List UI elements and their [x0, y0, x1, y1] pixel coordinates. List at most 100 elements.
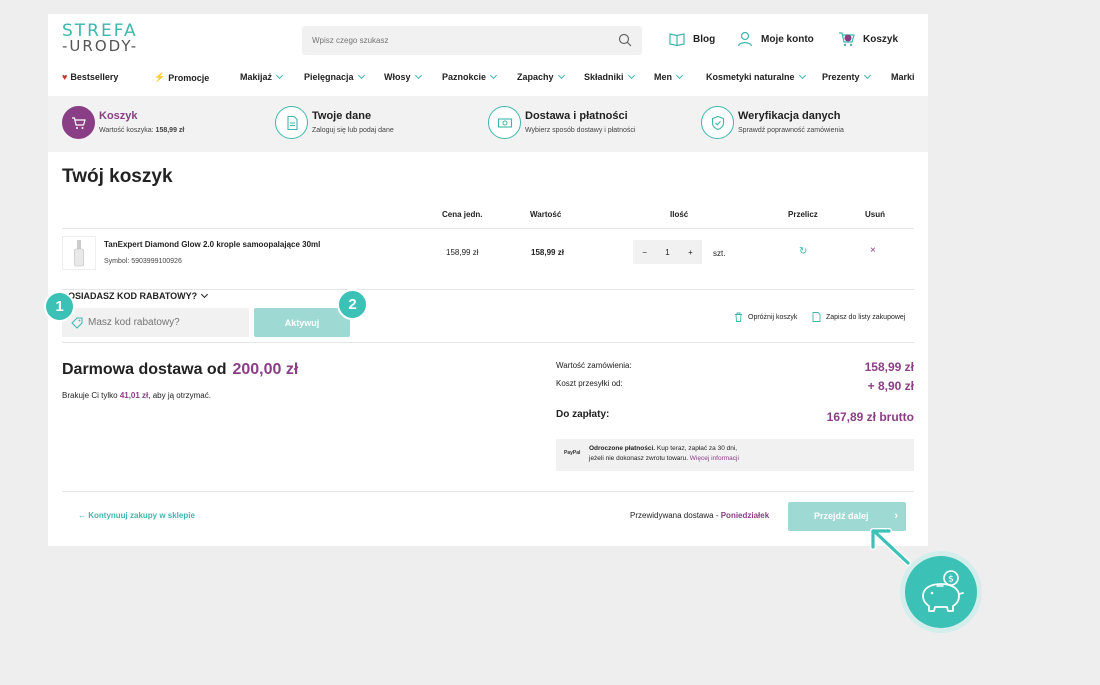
continue-shopping-link[interactable]: ← Kontynuuj zakupy w sklepie — [78, 511, 195, 520]
blog-label: Blog — [693, 33, 716, 45]
qty-value[interactable]: 1 — [665, 248, 669, 257]
nav-item-skladniki[interactable]: Składniki — [584, 71, 635, 82]
total-value: 167,89 zł brutto — [826, 410, 914, 424]
nav-item-paznokcie[interactable]: Paznokcie — [442, 71, 498, 82]
free-shipping-heading: Darmowa dostawa od 200,00 zł — [62, 361, 299, 378]
search-icon[interactable] — [618, 33, 632, 47]
chevron-down-icon — [201, 290, 209, 299]
step-subtitle: Wartość koszyka: 158,99 zł — [99, 127, 185, 134]
nav-item-men[interactable]: Men — [654, 71, 684, 82]
book-icon — [669, 33, 685, 47]
main-nav: ♥ Bestsellery ⚡ Promocje Makijaż Pielęgnac… — [62, 71, 928, 86]
qty-minus-button[interactable]: − — [642, 248, 647, 257]
coupon-field — [62, 308, 249, 337]
col-header-value: Wartość — [530, 210, 562, 219]
cart-icon — [839, 32, 855, 47]
step-title: Koszyk — [99, 110, 138, 122]
quantity-stepper: − 1 + — [633, 240, 702, 264]
logo-line2: -URODY- — [62, 37, 139, 55]
pointer-arrow-icon — [870, 528, 911, 566]
account-label: Moje konto — [761, 33, 814, 45]
cart-label: Koszyk — [863, 33, 899, 45]
chevron-down-icon — [414, 71, 422, 80]
chevron-down-icon — [275, 71, 284, 80]
col-header-remove: Usuń — [865, 210, 885, 219]
step-title: Weryfikacja danych — [738, 110, 841, 122]
col-header-recalc: Przelicz — [788, 210, 818, 219]
blog-link[interactable]: Blog — [668, 30, 715, 48]
chevron-down-icon — [357, 71, 365, 80]
coupon-input[interactable] — [84, 308, 234, 337]
nav-item-kosmetyki-naturalne[interactable]: Kosmetyki naturalne — [706, 71, 806, 82]
col-header-qty: Ilość — [670, 210, 689, 219]
search-bar — [302, 26, 642, 55]
search-input[interactable] — [302, 26, 602, 55]
total-label: Do zapłaty: — [556, 409, 610, 420]
chevron-down-icon — [627, 71, 635, 80]
empty-cart-link[interactable]: Opróżnij koszyk — [734, 312, 797, 322]
order-value: 158,99 zł — [864, 360, 914, 374]
cart-icon — [71, 116, 86, 129]
svg-text:$: $ — [948, 575, 954, 585]
cart-link[interactable]: Koszyk — [838, 30, 898, 48]
paypal-info: PayPal Odroczone płatności. Kup teraz, z… — [556, 439, 914, 471]
nav-item-marki[interactable]: Marki — [891, 72, 915, 82]
qty-unit: szt. — [713, 249, 726, 258]
paypal-line2: jeżeli nie dokonasz zwrotu towaru. Więce… — [589, 455, 739, 462]
nav-item-promocje[interactable]: ⚡ Promocje — [154, 72, 209, 83]
step-title: Twoje dane — [312, 110, 372, 122]
nav-item-wlosy[interactable]: Włosy — [384, 71, 422, 82]
heart-icon: ♥ — [62, 72, 68, 82]
step-circle — [488, 106, 521, 139]
tag-icon — [71, 317, 83, 329]
nav-item-prezenty[interactable]: Prezenty — [822, 71, 871, 82]
free-shipping-missing: Brakuje Ci tylko 41,01 zł, aby ją otrzym… — [62, 391, 211, 400]
product-thumbnail[interactable] — [62, 236, 96, 270]
nav-item-bestsellery[interactable]: ♥ Bestsellery — [62, 72, 118, 82]
divider — [62, 228, 914, 229]
col-header-price: Cena jedn. — [442, 210, 483, 219]
logo[interactable]: STREFA -URODY- — [62, 23, 139, 55]
divider — [62, 289, 914, 290]
qty-plus-button[interactable]: + — [688, 248, 693, 257]
paypal-line1: Odroczone płatności. Kup teraz, zapłać z… — [589, 445, 738, 452]
page-title: Twój koszyk — [62, 166, 173, 187]
step-circle — [701, 106, 734, 139]
account-link[interactable]: Moje konto — [736, 30, 814, 48]
order-value-label: Wartość zamówienia: — [556, 361, 632, 370]
delivery-estimate: Przewidywana dostawa - Poniedziałek — [630, 511, 770, 520]
page: STREFA -URODY- Blog Moje konto Koszyk ♥B… — [44, 14, 928, 546]
chevron-down-icon — [557, 71, 565, 80]
coupon-toggle[interactable]: POSIADASZ KOD RABATOWY? — [62, 290, 209, 301]
refresh-icon[interactable]: ↻ — [799, 246, 807, 257]
nav-item-pielegnacja[interactable]: Pielęgnacja — [304, 71, 365, 82]
piggy-bank-icon: $ — [922, 570, 964, 612]
step-subtitle: Sprawdź poprawność zamówienia — [738, 127, 844, 134]
paypal-more-info-link[interactable]: Więcej informacji — [688, 455, 739, 462]
chevron-down-icon — [798, 71, 806, 80]
step-title: Dostawa i płatności — [525, 110, 628, 122]
shipping-cost-label: Koszt przesyłki od: — [556, 379, 623, 388]
chevron-down-icon — [489, 71, 498, 80]
document-icon — [286, 115, 298, 130]
money-icon — [497, 117, 512, 128]
chevron-down-icon — [675, 71, 684, 80]
list-icon — [812, 312, 821, 322]
remove-icon[interactable]: × — [870, 245, 876, 256]
step-subtitle: Zaloguj się lub podaj dane — [312, 127, 394, 134]
unit-price: 158,99 zł — [446, 248, 479, 257]
annotation-badge-2: 2 — [337, 289, 368, 320]
annotation-badge-1: 1 — [44, 291, 75, 322]
trash-icon — [735, 312, 742, 322]
nav-item-makijaz[interactable]: Makijaż — [240, 71, 284, 82]
shield-check-icon — [711, 115, 724, 130]
step-circle — [275, 106, 308, 139]
nav-item-zapachy[interactable]: Zapachy — [517, 71, 565, 82]
step-circle — [62, 106, 95, 139]
paypal-icon: PayPal — [564, 450, 581, 456]
product-name[interactable]: TanExpert Diamond Glow 2.0 krople samoop… — [104, 240, 320, 249]
save-to-list-link[interactable]: Zapisz do listy zakupowej — [812, 312, 905, 322]
divider — [62, 342, 914, 343]
activate-coupon-button[interactable]: Aktywuj — [254, 308, 350, 337]
lightning-icon: ⚡ — [154, 72, 166, 82]
